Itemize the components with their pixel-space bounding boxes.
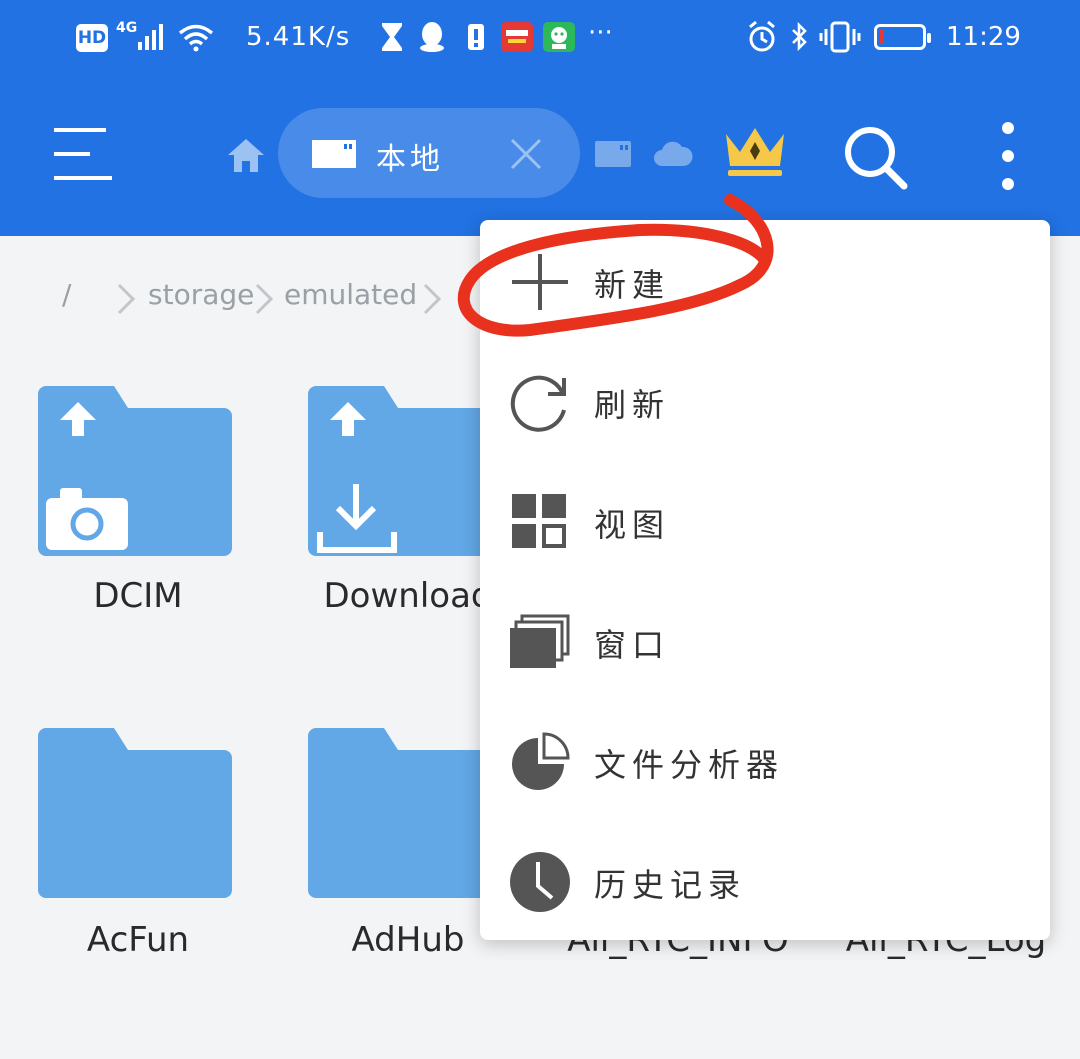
battery-indicator (874, 24, 931, 50)
folder-name: AcFun (86, 920, 190, 960)
top-app-bar: HD 4G 5.41K/s ··· 11:29 本地 (0, 0, 1080, 236)
menu-item-view[interactable]: 视图 (480, 460, 1050, 580)
folder-icon (38, 728, 232, 898)
folder-item-acfun[interactable]: AcFun (38, 728, 238, 960)
alarm-icon (749, 20, 775, 52)
sd-card-icon (312, 140, 356, 168)
refresh-icon (510, 375, 566, 432)
folder-item-adhub[interactable]: AdHub (308, 728, 508, 960)
vibrate-icon (819, 21, 861, 53)
hourglass-icon (382, 23, 402, 51)
breadcrumb-root[interactable]: / (62, 278, 71, 311)
chevron-right-icon (255, 283, 274, 315)
menu-item-label: 窗口 (594, 626, 671, 664)
breadcrumb-storage[interactable]: storage (148, 278, 254, 311)
chevron-right-icon (423, 283, 442, 315)
menu-item-refresh[interactable]: 刷新 (480, 340, 1050, 460)
menu-item-label: 新建 (594, 266, 671, 304)
crown-vip-icon[interactable] (722, 122, 788, 180)
qq-icon (420, 22, 444, 52)
folder-icon (308, 386, 502, 556)
pie-chart-icon (512, 732, 570, 790)
home-icon[interactable] (226, 136, 266, 174)
cloud-icon[interactable] (652, 138, 694, 170)
folder-item-dcim[interactable]: DCIM (38, 386, 238, 616)
menu-item-new[interactable]: 新建 (480, 220, 1050, 340)
menu-item-label: 刷新 (594, 386, 671, 424)
windows-icon (510, 614, 570, 668)
overflow-menu: 新建 刷新 视图 窗口 文件分析器 历史记录 (480, 220, 1050, 940)
chevron-right-icon (117, 283, 136, 315)
signal-icon (138, 24, 163, 50)
battery-level (880, 30, 884, 44)
youdao-app-icon (501, 22, 533, 52)
grid-view-icon (512, 494, 566, 548)
clock-icon (510, 852, 570, 912)
android-app-icon (543, 22, 575, 52)
plus-icon (512, 254, 568, 310)
wifi-icon (178, 24, 214, 52)
folder-name: DCIM (93, 576, 183, 616)
menu-item-label: 文件分析器 (594, 746, 785, 784)
more-notifications: ··· (588, 18, 613, 48)
bluetooth-icon (792, 21, 807, 52)
menu-item-label: 视图 (594, 506, 671, 544)
hamburger-menu-icon[interactable] (50, 124, 116, 184)
more-vert-icon[interactable] (990, 118, 1026, 194)
folder-icon (38, 386, 232, 556)
hd-badge: HD (76, 24, 108, 52)
menu-item-file-analyzer[interactable]: 文件分析器 (480, 700, 1050, 820)
search-icon[interactable] (842, 124, 908, 190)
storage-card-icon[interactable] (594, 138, 632, 170)
clock: 11:29 (946, 22, 1021, 52)
folder-item-download[interactable]: Download (308, 386, 508, 616)
tab-local-label: 本地 (376, 142, 444, 177)
breadcrumb-emulated[interactable]: emulated (284, 278, 417, 311)
close-icon[interactable] (508, 136, 544, 172)
folder-icon (308, 728, 502, 898)
menu-item-windows[interactable]: 窗口 (480, 580, 1050, 700)
file-manager-app: HD 4G 5.41K/s ··· 11:29 本地 / storage emu… (0, 0, 1080, 1059)
tab-local-storage[interactable]: 本地 (278, 108, 580, 198)
menu-item-label: 历史记录 (594, 866, 747, 904)
battery-alert-icon (468, 24, 484, 50)
network-speed: 5.41K/s (246, 22, 351, 52)
menu-item-history[interactable]: 历史记录 (480, 820, 1050, 940)
status-bar: HD 4G 5.41K/s ··· 11:29 (0, 0, 1080, 80)
network-type: 4G (116, 20, 138, 36)
